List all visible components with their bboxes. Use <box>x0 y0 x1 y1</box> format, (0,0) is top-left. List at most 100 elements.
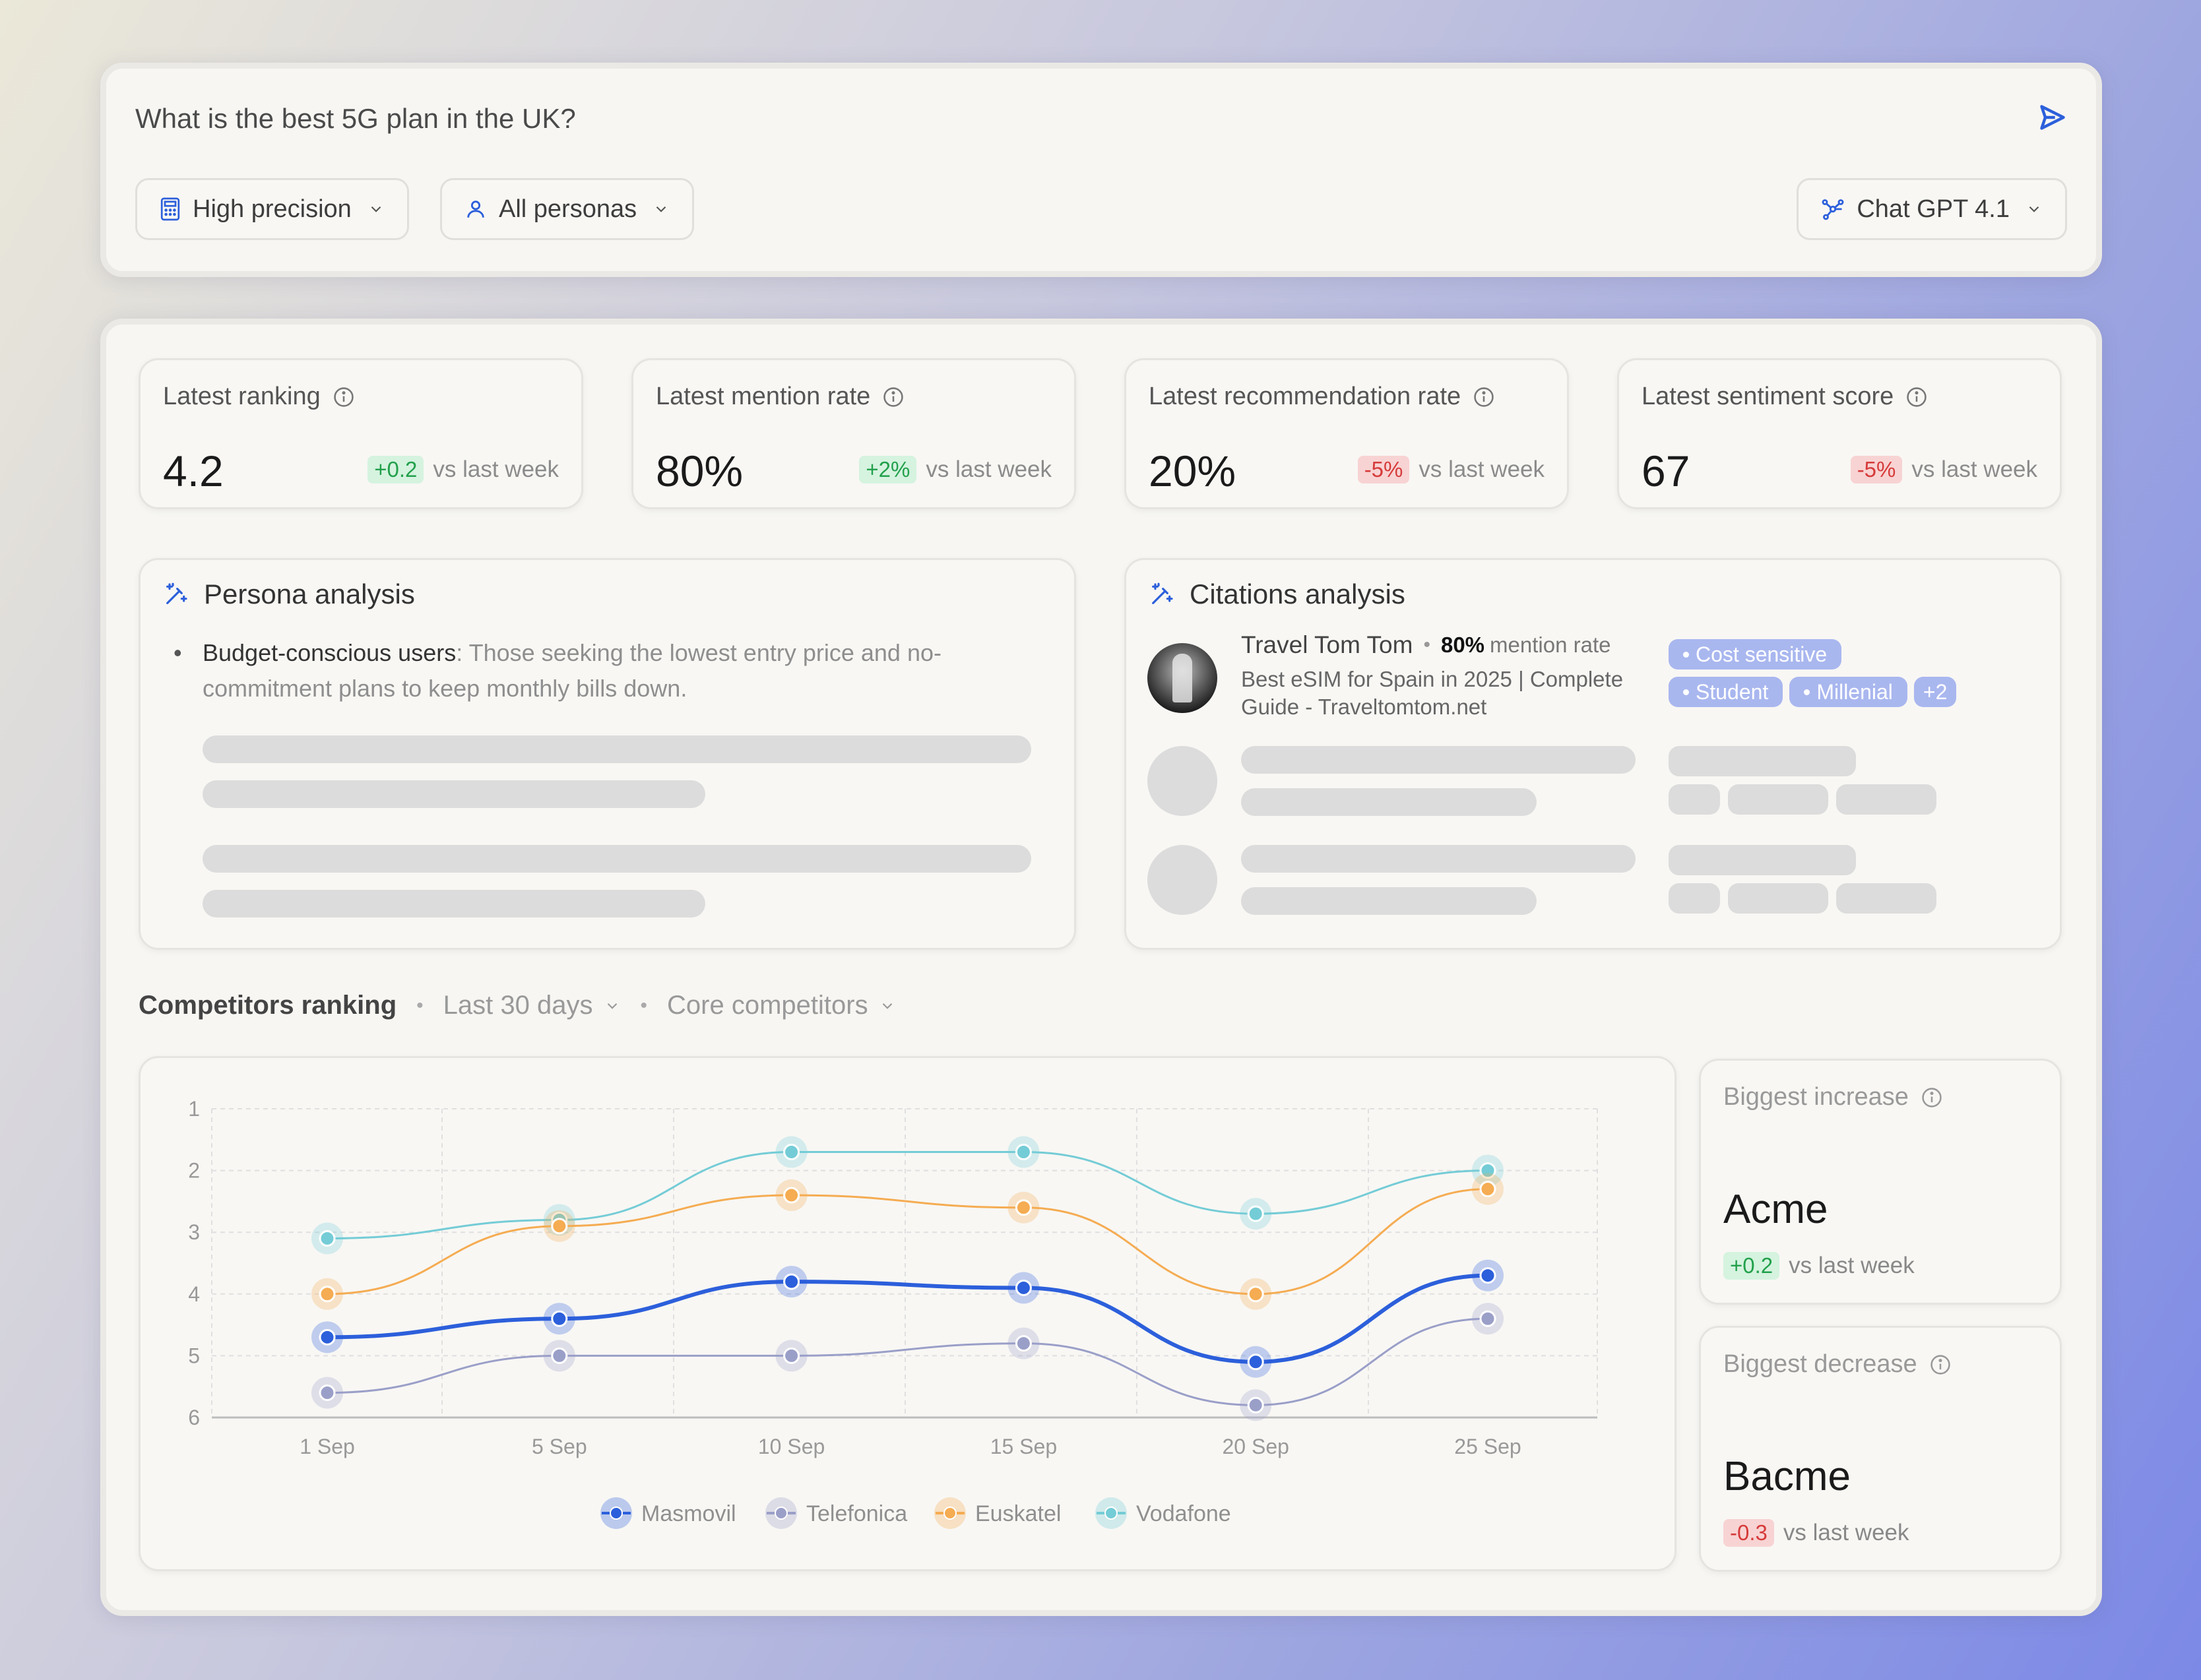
increase-label: Biggest increase <box>1723 1083 1909 1111</box>
data-point-telefonica <box>551 1347 568 1364</box>
competitors-title: Competitors ranking <box>139 991 397 1020</box>
model-label: Chat GPT 4.1 <box>1857 195 2010 223</box>
metric-label: Latest mention rate <box>656 383 871 410</box>
skeleton-line <box>203 890 705 918</box>
query-text[interactable]: What is the best 5G plan in the UK? <box>135 103 576 135</box>
group-dropdown[interactable]: Core competitors <box>667 991 896 1020</box>
y-tick-label: 1 <box>188 1097 200 1121</box>
data-point-telefonica <box>783 1347 800 1364</box>
skeleton-tag <box>1669 883 1720 914</box>
tag-row-2: Student Millenial +2 <box>1669 677 1957 707</box>
data-point-euskatel <box>551 1218 568 1235</box>
series-line-telefonica <box>327 1317 1488 1406</box>
metric-label: Latest recommendation rate <box>1149 383 1461 410</box>
x-tick-label: 10 Sep <box>758 1435 825 1458</box>
legend-marker-dot <box>943 1507 957 1520</box>
series-line-vodafone <box>327 1151 1488 1240</box>
persona-bold: Budget-conscious users <box>203 639 457 666</box>
delta-suffix: vs last week <box>926 456 1052 482</box>
legend-marker-dot <box>1104 1507 1118 1520</box>
send-icon[interactable] <box>2038 103 2067 135</box>
data-point-euskatel <box>319 1286 336 1303</box>
series-line-euskatel <box>327 1188 1488 1295</box>
metric-label: Latest ranking <box>163 383 321 410</box>
biggest-decrease-card: Biggest decrease Bacme -0.3 vs last week <box>1699 1326 2062 1572</box>
source-line[interactable]: Travel Tom Tom • 80% mention rate <box>1241 631 1611 659</box>
x-tick-label: 25 Sep <box>1454 1435 1521 1458</box>
network-icon <box>1822 199 1844 220</box>
source-avatar <box>1147 643 1217 713</box>
data-point-masmovil <box>783 1273 800 1290</box>
persona-tag[interactable]: Student <box>1669 677 1783 707</box>
tag-row-1: Cost sensitive <box>1669 639 1842 669</box>
chevron-down-icon <box>607 1003 617 1009</box>
range-dropdown[interactable]: Last 30 days <box>443 991 621 1020</box>
bullet-dot: • <box>174 639 182 666</box>
persona-analysis-card: Persona analysis • Budget-conscious user… <box>139 558 1076 950</box>
skeleton-tag <box>1669 746 1856 776</box>
persona-tag[interactable]: Millenial <box>1789 677 1907 707</box>
magic-wand-icon <box>166 582 187 604</box>
model-dropdown[interactable]: Chat GPT 4.1 <box>1797 178 2067 240</box>
info-icon[interactable] <box>882 386 905 408</box>
legend-label-vodafone: Vodafone <box>1136 1501 1231 1526</box>
source-name: Travel Tom Tom <box>1241 631 1413 658</box>
data-point-telefonica <box>1247 1396 1264 1414</box>
persona-bullet: • Budget-conscious users: Those seeking … <box>174 635 1021 706</box>
persona-dropdown[interactable]: All personas <box>440 178 695 240</box>
info-icon[interactable] <box>333 386 355 408</box>
dashboard-panel: Latest ranking 4.2 +0.2 vs last week Late… <box>100 319 2102 1616</box>
increase-name: Acme <box>1723 1187 1828 1232</box>
skeleton-tag <box>1836 883 1936 914</box>
legend-label-telefonica: Telefonica <box>806 1501 907 1526</box>
info-icon[interactable] <box>1921 1086 1943 1109</box>
info-icon[interactable] <box>1929 1353 1952 1376</box>
data-point-euskatel <box>1479 1181 1496 1198</box>
magic-wand-icon <box>1152 582 1173 604</box>
data-point-telefonica <box>319 1384 336 1402</box>
skeleton-avatar <box>1147 746 1217 816</box>
skeleton-line <box>1241 887 1537 915</box>
delta-suffix: vs last week <box>1789 1253 1915 1278</box>
delta-suffix: vs last week <box>1911 456 2037 482</box>
metric-value: 67 <box>1642 447 1690 495</box>
skeleton-line <box>203 735 1031 763</box>
data-point-masmovil <box>1479 1267 1496 1284</box>
data-point-euskatel <box>1247 1286 1264 1303</box>
persona-label: All personas <box>499 195 637 223</box>
tag-label: Millenial <box>1816 679 1893 704</box>
query-panel: What is the best 5G plan in the UK? High… <box>100 63 2102 277</box>
info-icon[interactable] <box>1473 386 1495 408</box>
persona-tag[interactable]: Cost sensitive <box>1669 639 1842 669</box>
delta-badge: +0.2 <box>1723 1252 1780 1280</box>
precision-dropdown[interactable]: High precision <box>135 178 409 240</box>
source-article[interactable]: Best eSIM for Spain in 2025 | Complete G… <box>1241 666 1637 721</box>
precision-label: High precision <box>193 195 352 223</box>
competitors-header: Competitors ranking • Last 30 days • Cor… <box>139 991 896 1020</box>
metric-label: Latest sentiment score <box>1642 383 1894 410</box>
legend-marker-dot <box>610 1507 623 1520</box>
metric-value: 4.2 <box>163 447 224 495</box>
delta-suffix: vs last week <box>1783 1520 1909 1545</box>
persona-title: Persona analysis <box>204 578 415 609</box>
data-point-telefonica <box>1015 1335 1032 1352</box>
competitors-line-chart[interactable]: 1 2 3 4 5 6 1 Sep 5 Sep 10 Sep 15 Sep 20 Sep 25 Sep… <box>141 1058 1675 1569</box>
more-tags-badge[interactable]: +2 <box>1913 677 1957 707</box>
metric-card-recommendation: Latest recommendation rate 20% -5% vs las… <box>1124 358 1569 509</box>
chevron-down-icon <box>656 206 666 212</box>
y-tick-label: 3 <box>188 1220 200 1244</box>
tag-label: Student <box>1696 679 1769 704</box>
citations-title: Citations analysis <box>1190 578 1405 609</box>
delta-suffix: vs last week <box>1419 456 1545 482</box>
data-point-masmovil <box>319 1328 336 1346</box>
mention-suffix: mention rate <box>1490 633 1611 657</box>
skeleton-tag <box>1728 784 1828 815</box>
separator-dot: • <box>416 994 424 1016</box>
user-icon <box>467 201 484 218</box>
info-icon[interactable] <box>1905 386 1928 408</box>
legend-marker-dot <box>775 1507 788 1520</box>
data-point-telefonica <box>1479 1310 1496 1327</box>
chevron-down-icon <box>882 1003 892 1009</box>
separator-dot: • <box>1423 634 1430 656</box>
chevron-down-icon <box>2029 206 2039 212</box>
